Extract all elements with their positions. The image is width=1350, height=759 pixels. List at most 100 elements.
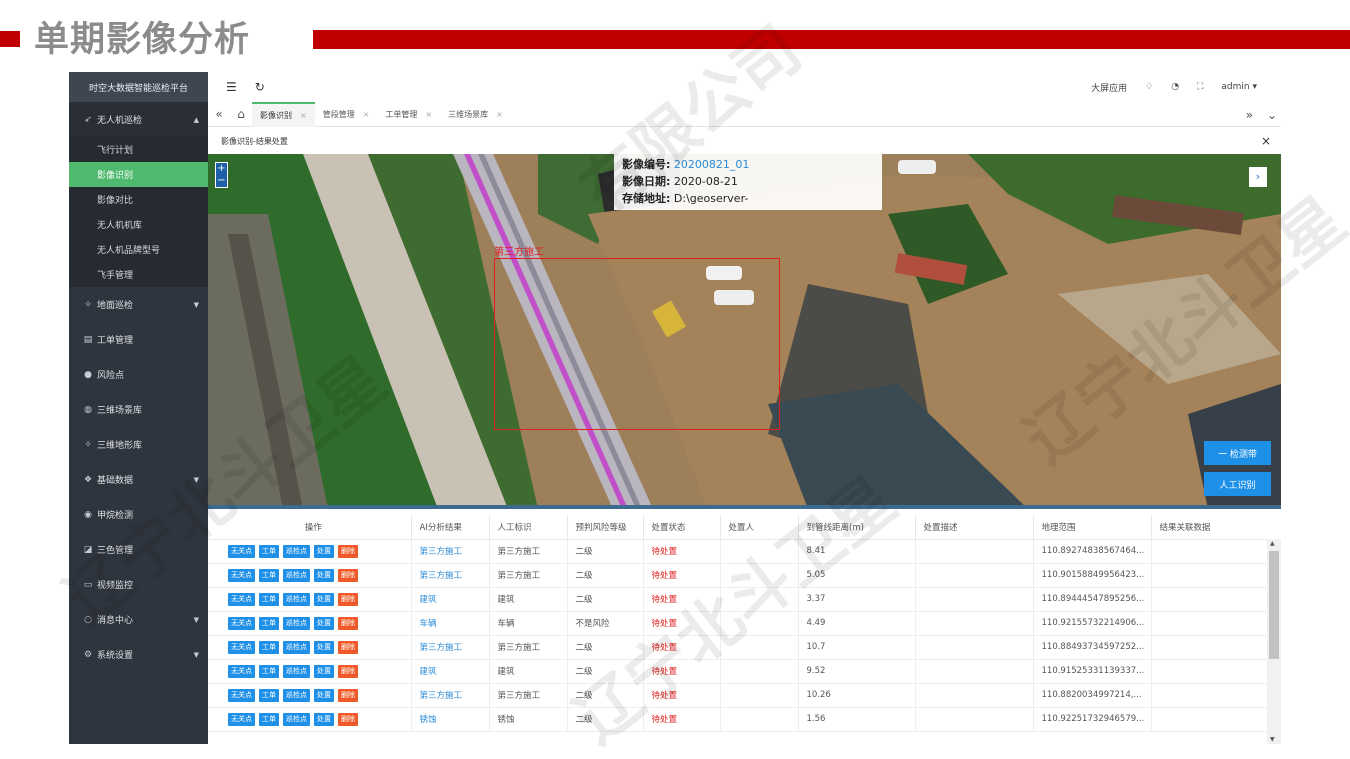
sidebar-item[interactable]: ▭ 视频监控 — [69, 567, 208, 602]
table-cell[interactable]: 第三方施工 — [411, 683, 490, 708]
row-action-button[interactable]: 无关点 — [228, 616, 255, 630]
row-action-button[interactable]: 巡检点 — [283, 592, 310, 606]
detection-box[interactable] — [494, 258, 780, 430]
row-action-button[interactable]: 处置 — [314, 616, 334, 630]
sidebar-subitem[interactable]: 飞行计划 — [69, 137, 208, 162]
sidebar-item[interactable]: ● 风险点 — [69, 357, 208, 392]
table-cell[interactable]: 锈蚀 — [411, 707, 490, 732]
column-header[interactable]: 处置状态 — [643, 515, 721, 540]
chevron-down-icon[interactable]: ⌄ — [1267, 108, 1277, 122]
user-menu[interactable]: admin ▾ — [1221, 82, 1257, 92]
tab-work-order[interactable]: 工单管理 × — [377, 102, 440, 127]
row-action-button[interactable]: 处置 — [314, 664, 334, 678]
table-cell[interactable]: 第三方施工 — [411, 635, 490, 660]
table-cell[interactable]: 建筑 — [411, 587, 490, 612]
row-action-button[interactable]: 删除 — [338, 568, 358, 582]
sidebar-item[interactable]: ○ 消息中心 ▼ — [69, 602, 208, 637]
row-action-button[interactable]: 删除 — [338, 544, 358, 558]
manual-recognition-button[interactable]: 人工识别 — [1204, 472, 1271, 496]
row-action-button[interactable]: 巡检点 — [283, 544, 310, 558]
tab-pipe-segment[interactable]: 管段管理 × — [315, 102, 378, 127]
column-header[interactable]: AI分析结果 — [411, 515, 490, 540]
sidebar-item[interactable]: ▤ 工单管理 — [69, 322, 208, 357]
column-header[interactable]: 人工标识 — [489, 515, 568, 540]
table-scrollbar[interactable]: ▲ ▼ — [1267, 539, 1281, 744]
table-row[interactable]: 无关点 工单 巡检点 处置 删除 第三方施工 第三方施工 二级 待处置 8.41 110.89274… — [208, 539, 1281, 564]
sidebar-item[interactable]: ✧ 三维地形库 — [69, 427, 208, 462]
table-row[interactable]: 无关点 工单 巡检点 处置 删除 建筑 建筑 二级 待处置 9.52 110.91525331139… — [208, 659, 1281, 684]
row-action-button[interactable]: 无关点 — [228, 544, 255, 558]
tabs-scroll-right-icon[interactable]: » — [1246, 108, 1253, 122]
fullscreen-icon[interactable]: ⛶ — [1197, 82, 1203, 92]
chat-icon[interactable]: ◔ — [1171, 82, 1179, 92]
row-action-button[interactable]: 工单 — [259, 664, 279, 678]
column-header[interactable]: 结果关联数据 — [1151, 515, 1281, 540]
row-action-button[interactable]: 工单 — [259, 544, 279, 558]
column-header[interactable]: 处置人 — [720, 515, 799, 540]
row-action-button[interactable]: 处置 — [314, 544, 334, 558]
row-action-button[interactable]: 处置 — [314, 712, 334, 726]
row-action-button[interactable]: 删除 — [338, 712, 358, 726]
sidebar-item[interactable]: ⚙ 系统设置 ▼ — [69, 637, 208, 672]
table-cell[interactable]: 建筑 — [411, 659, 490, 684]
row-action-button[interactable]: 巡检点 — [283, 616, 310, 630]
row-action-button[interactable]: 无关点 — [228, 568, 255, 582]
refresh-icon[interactable]: ↻ — [255, 80, 265, 94]
column-header[interactable]: 预判风险等级 — [567, 515, 644, 540]
row-action-button[interactable]: 工单 — [259, 592, 279, 606]
row-action-button[interactable]: 巡检点 — [283, 688, 310, 702]
table-row[interactable]: 无关点 工单 巡检点 处置 删除 第三方施工 第三方施工 二级 待处置 10.7 110.88493… — [208, 635, 1281, 660]
row-action-button[interactable]: 巡检点 — [283, 712, 310, 726]
row-action-button[interactable]: 删除 — [338, 664, 358, 678]
sidebar-item[interactable]: ◍ 三维场景库 — [69, 392, 208, 427]
sidebar-subitem[interactable]: 影像对比 — [69, 187, 208, 212]
zoom-control[interactable]: + − — [215, 162, 228, 188]
image-code[interactable]: 20200821_01 — [674, 158, 750, 171]
row-action-button[interactable]: 工单 — [259, 640, 279, 654]
row-action-button[interactable]: 无关点 — [228, 712, 255, 726]
table-cell[interactable]: 车辆 — [411, 611, 490, 636]
row-action-button[interactable]: 处置 — [314, 568, 334, 582]
table-row[interactable]: 无关点 工单 巡检点 处置 删除 建筑 建筑 二级 待处置 3.37 110.89444547895… — [208, 587, 1281, 612]
home-icon[interactable]: ⌂ — [230, 107, 252, 121]
close-icon[interactable]: × — [363, 110, 370, 119]
column-header[interactable]: 到管线距离(m) — [798, 515, 916, 540]
close-icon[interactable]: × — [300, 111, 307, 120]
row-action-button[interactable]: 删除 — [338, 592, 358, 606]
sidebar-item[interactable]: ❖ 基础数据 ▼ — [69, 462, 208, 497]
scrollbar-thumb[interactable] — [1269, 551, 1279, 659]
table-row[interactable]: 无关点 工单 巡检点 处置 删除 车辆 车辆 不是风险 待处置 4.49 110.921557322… — [208, 611, 1281, 636]
row-action-button[interactable]: 工单 — [259, 568, 279, 582]
row-action-button[interactable]: 巡检点 — [283, 640, 310, 654]
row-action-button[interactable]: 工单 — [259, 616, 279, 630]
tabs-scroll-left-icon[interactable]: « — [208, 107, 230, 121]
aerial-image-map[interactable]: + − 影像编号: 20200821_01 影像日期: 2020-08-21 存储… — [208, 154, 1281, 509]
close-icon[interactable]: × — [496, 110, 503, 119]
big-screen-link[interactable]: 大屏应用 — [1091, 81, 1127, 94]
table-row[interactable]: 无关点 工单 巡检点 处置 删除 第三方施工 第三方施工 二级 待处置 10.26 110.8820… — [208, 683, 1281, 708]
scroll-down-icon[interactable]: ▼ — [1270, 736, 1275, 743]
row-action-button[interactable]: 处置 — [314, 592, 334, 606]
detection-zone-button[interactable]: 一 检测带 — [1204, 441, 1271, 465]
scroll-up-icon[interactable]: ▲ — [1270, 540, 1275, 547]
row-action-button[interactable]: 删除 — [338, 688, 358, 702]
row-action-button[interactable]: 无关点 — [228, 688, 255, 702]
row-action-button[interactable]: 处置 — [314, 688, 334, 702]
table-row[interactable]: 无关点 工单 巡检点 处置 删除 第三方施工 第三方施工 二级 待处置 5.05 110.90158… — [208, 563, 1281, 588]
map-splitter[interactable] — [208, 505, 1281, 509]
sidebar-subitem[interactable]: 影像识别 — [69, 162, 208, 187]
sidebar-subitem[interactable]: 飞手管理 — [69, 262, 208, 287]
sidebar-item-uav[interactable]: ➶ 无人机巡检 ▲ — [69, 102, 208, 137]
row-action-button[interactable]: 删除 — [338, 640, 358, 654]
row-action-button[interactable]: 巡检点 — [283, 568, 310, 582]
tab-3d-scene[interactable]: 三维场景库 × — [440, 102, 511, 127]
close-icon[interactable]: × — [425, 110, 432, 119]
table-cell[interactable]: 第三方施工 — [411, 563, 490, 588]
sidebar-item[interactable]: ◪ 三色管理 — [69, 532, 208, 567]
row-action-button[interactable]: 无关点 — [228, 640, 255, 654]
menu-toggle-icon[interactable]: ☰ — [226, 80, 237, 94]
column-header[interactable]: 地理范围 — [1033, 515, 1152, 540]
row-action-button[interactable]: 无关点 — [228, 664, 255, 678]
sidebar-item[interactable]: ◉ 甲烷检测 — [69, 497, 208, 532]
row-action-button[interactable]: 工单 — [259, 712, 279, 726]
